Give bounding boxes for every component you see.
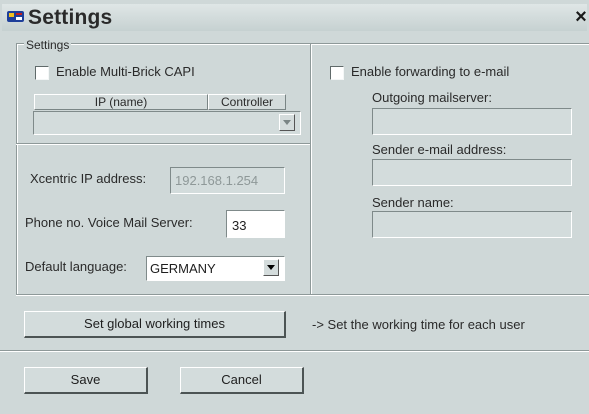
- xcentric-ip-value: 192.168.1.254: [175, 173, 259, 188]
- set-working-times-button[interactable]: Set global working times: [24, 311, 286, 338]
- group-border-left-highlight: [17, 44, 18, 294]
- outgoing-mailserver-label: Outgoing mailserver:: [372, 90, 492, 105]
- column-header-controller[interactable]: Controller: [208, 94, 286, 110]
- email-forwarding-label: Enable forwarding to e-mail: [351, 64, 510, 79]
- sender-address-label: Sender e-mail address:: [372, 142, 507, 157]
- close-icon[interactable]: ×: [573, 7, 589, 27]
- sender-name-label: Sender name:: [372, 195, 454, 210]
- save-button[interactable]: Save: [24, 367, 148, 394]
- settings-dialog: Settings × Settings Enable Multi-Brick C…: [0, 0, 589, 414]
- phone-voicemail-value: 33: [232, 218, 247, 233]
- sender-address-field[interactable]: [372, 159, 572, 186]
- group-label: Settings: [24, 38, 72, 52]
- cancel-button[interactable]: Cancel: [180, 367, 304, 394]
- multi-brick-checkbox[interactable]: [35, 66, 49, 80]
- window-title: Settings: [28, 6, 113, 29]
- settings-app-icon: [7, 11, 24, 22]
- column-divider-highlight: [311, 44, 312, 294]
- working-times-hint: -> Set the working time for each user: [312, 317, 525, 332]
- controller-list-dropdown[interactable]: [33, 111, 301, 135]
- group-border-top-highlight: [16, 44, 589, 45]
- default-language-label: Default language:: [25, 259, 127, 274]
- email-forwarding-checkbox[interactable]: [330, 66, 344, 80]
- chevron-down-icon[interactable]: [279, 114, 295, 131]
- xcentric-ip-label: Xcentric IP address:: [30, 171, 147, 186]
- column-header-ip[interactable]: IP (name): [34, 94, 208, 110]
- group-border-bottom-highlight: [16, 295, 589, 296]
- chevron-down-icon[interactable]: [263, 259, 279, 276]
- footer-divider-highlight: [0, 351, 589, 352]
- multi-brick-label: Enable Multi-Brick CAPI: [56, 64, 195, 79]
- sender-name-field[interactable]: [372, 211, 572, 238]
- default-language-select[interactable]: GERMANY: [146, 256, 285, 281]
- title-bar[interactable]: Settings ×: [2, 4, 587, 31]
- default-language-value: GERMANY: [150, 261, 216, 276]
- xcentric-ip-field[interactable]: 192.168.1.254: [170, 167, 285, 194]
- phone-voicemail-field[interactable]: 33: [226, 210, 285, 238]
- phone-voicemail-label: Phone no. Voice Mail Server:: [25, 215, 193, 230]
- section-divider-highlight: [16, 144, 310, 145]
- outgoing-mailserver-field[interactable]: [372, 108, 572, 135]
